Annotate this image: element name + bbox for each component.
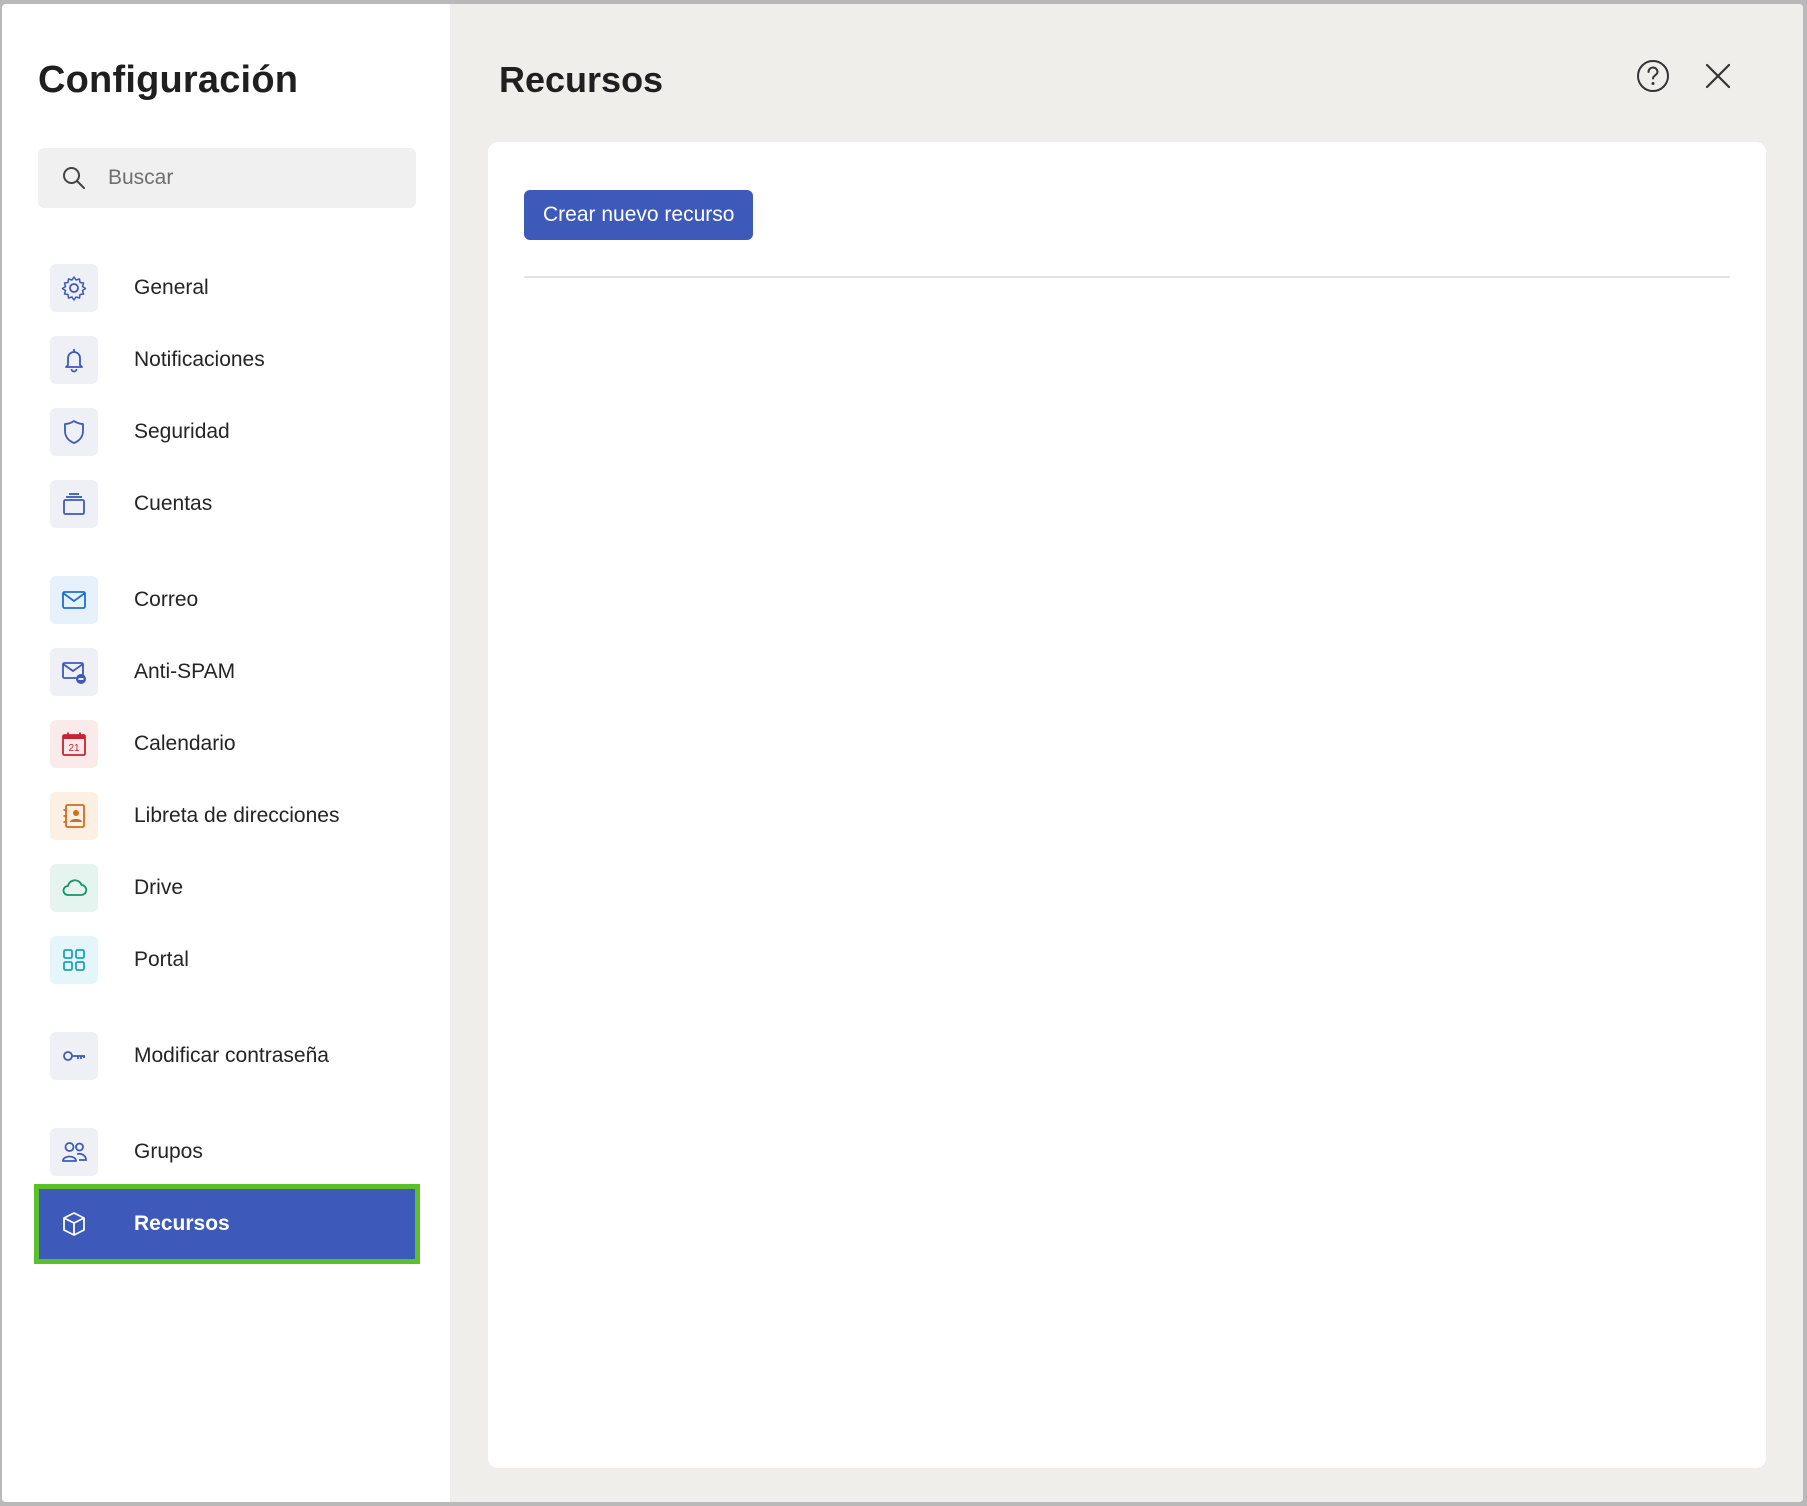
sidebar-item-label: Calendario <box>134 732 236 755</box>
sidebar-item-label: Libreta de direcciones <box>134 804 340 827</box>
calendar-icon-text: 21 <box>68 743 80 754</box>
grid-icon <box>50 936 98 984</box>
calendar-icon: 21 <box>50 720 98 768</box>
mail-icon <box>50 576 98 624</box>
sidebar-item-label: Drive <box>134 876 184 899</box>
page-title: Recursos <box>499 59 664 100</box>
sidebar-item-label: Correo <box>134 588 199 611</box>
bell-icon <box>50 336 98 384</box>
shield-icon <box>50 408 98 456</box>
sidebar-item-label: General <box>134 276 209 299</box>
create-resource-button[interactable]: Crear nuevo recurso <box>524 190 754 240</box>
people-icon <box>50 1128 98 1176</box>
sidebar-item-label: Notificaciones <box>134 348 265 371</box>
settings-nav: General Notificaciones Seguridad Cuentas… <box>34 252 420 1264</box>
address-book-icon <box>50 792 98 840</box>
sidebar-item-label: Cuentas <box>134 492 213 515</box>
help-icon[interactable] <box>1635 58 1671 94</box>
key-icon <box>50 1032 98 1080</box>
sidebar-item-notificaciones[interactable]: Notificaciones <box>38 324 416 396</box>
cube-icon <box>50 1200 98 1248</box>
sidebar-item-label: Portal <box>134 948 189 971</box>
sidebar-item-libreta-de-direcciones[interactable]: Libreta de direcciones <box>38 780 416 852</box>
sidebar-item-label: Anti-SPAM <box>134 660 236 683</box>
cloud-icon <box>50 864 98 912</box>
search-input[interactable] <box>106 165 390 191</box>
sidebar-item-seguridad[interactable]: Seguridad <box>38 396 416 468</box>
sidebar-item-cuentas[interactable]: Cuentas <box>38 468 416 540</box>
mail-block-icon <box>50 648 98 696</box>
gear-icon <box>50 264 98 312</box>
sidebar-item-label: Seguridad <box>134 420 230 443</box>
sidebar-item-portal[interactable]: Portal <box>38 924 416 996</box>
sidebar-item-anti-spam[interactable]: Anti-SPAM <box>38 636 416 708</box>
close-icon[interactable] <box>1702 60 1734 92</box>
accounts-icon <box>50 480 98 528</box>
search-icon <box>63 167 85 189</box>
sidebar-item-modificar-contrasena[interactable]: Modificar contraseña <box>38 1020 416 1092</box>
sidebar-item-label: Recursos <box>134 1212 230 1235</box>
search-box[interactable] <box>38 148 416 208</box>
sidebar-item-correo[interactable]: Correo <box>38 564 416 636</box>
sidebar-item-general[interactable]: General <box>38 252 416 324</box>
resources-panel: Crear nuevo recurso <box>488 142 1766 1468</box>
sidebar: Configuración General <box>2 4 450 1502</box>
main-content: Recursos Crear nuevo recurso <box>450 4 1803 1502</box>
sidebar-item-label: Modificar contraseña <box>134 1044 329 1067</box>
divider <box>524 276 1730 278</box>
sidebar-item-recursos[interactable]: Recursos <box>34 1184 420 1264</box>
sidebar-item-calendario[interactable]: 21 Calendario <box>38 708 416 780</box>
sidebar-item-label: Grupos <box>134 1140 203 1163</box>
sidebar-item-grupos[interactable]: Grupos <box>38 1116 416 1188</box>
sidebar-title: Configuración <box>38 59 299 101</box>
settings-dialog: Configuración General <box>2 4 1803 1502</box>
sidebar-item-drive[interactable]: Drive <box>38 852 416 924</box>
